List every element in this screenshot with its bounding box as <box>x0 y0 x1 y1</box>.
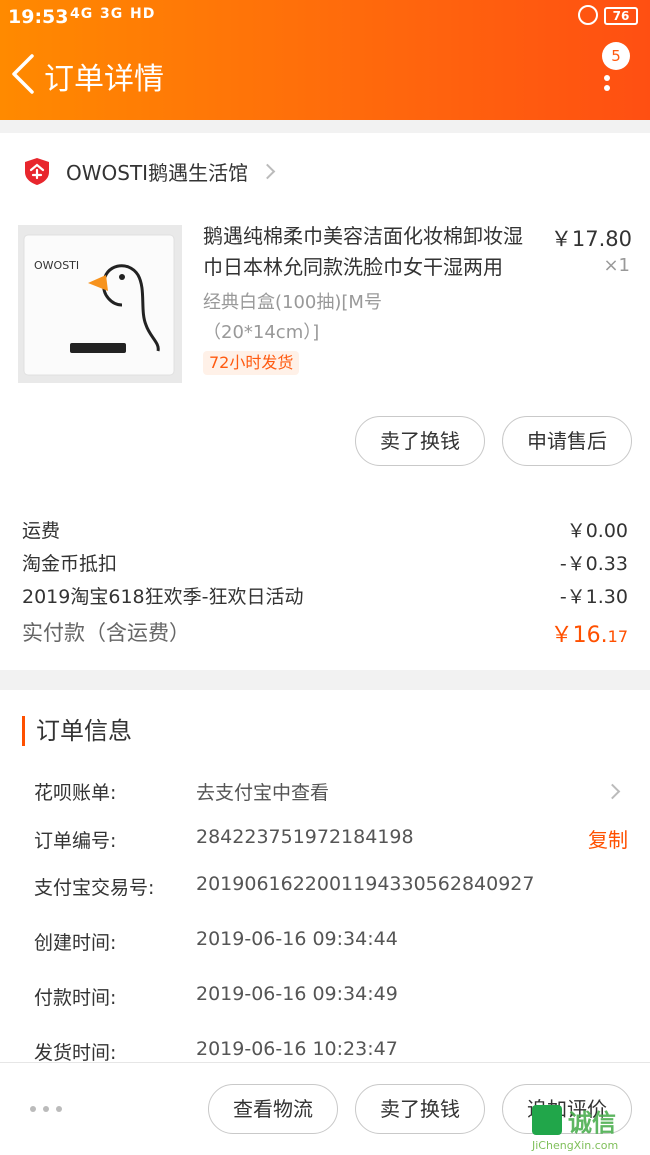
status-bar: 19:53 4G 3G HD 76 <box>0 0 650 36</box>
copy-button[interactable]: 复制 <box>588 824 628 853</box>
huabei-bill-row[interactable]: 花呗账单: 去支付宝中查看 <box>34 778 634 810</box>
ellipsis-button[interactable] <box>30 1101 62 1117</box>
create-time-row: 创建时间: 2019-06-16 09:34:44 <box>34 928 634 960</box>
watermark-url: JiChengXin.com <box>532 1139 619 1152</box>
goods-price: ￥17.80 <box>550 227 632 251</box>
info-label: 付款时间: <box>34 987 117 1009</box>
info-value: 2019061622001194330562840927 <box>196 873 535 895</box>
view-logistics-button[interactable]: 查看物流 <box>208 1084 338 1134</box>
info-label: 发货时间: <box>34 1042 117 1062</box>
total-value-cents: 17 <box>607 627 628 646</box>
info-label: 订单编号: <box>34 830 117 852</box>
total-value-main: ￥16. <box>550 623 608 648</box>
goods-thumbnail[interactable]: OWOSTI <box>18 225 182 383</box>
lock-icon <box>578 5 598 25</box>
shop-logo-icon <box>25 158 49 185</box>
hd-icon: HD <box>130 6 156 22</box>
sell-button[interactable]: 卖了换钱 <box>355 416 485 466</box>
fee-row-shipping: 运费 ￥0.00 <box>22 516 630 546</box>
watermark: 诚信 JiChengXin.com <box>530 1105 648 1155</box>
section-title: 订单信息 <box>22 716 132 746</box>
fee-row-coin-deduction: 淘金币抵扣 -￥0.33 <box>22 549 630 579</box>
signal-3g-icon: 3G <box>100 6 124 22</box>
info-label: 支付宝交易号: <box>34 877 155 899</box>
chevron-right-icon <box>259 163 276 179</box>
info-value: 2019-06-16 09:34:44 <box>196 928 398 950</box>
fee-value: -￥1.30 <box>559 586 628 608</box>
goods-sku: 经典白盒(100抽)[M号（20*14cm）] <box>203 292 382 343</box>
ship-time-row: 发货时间: 2019-06-16 10:23:47 <box>34 1038 634 1062</box>
alipay-trade-row: 支付宝交易号: 2019061622001194330562840927 <box>34 873 634 905</box>
back-arrow-icon <box>12 54 34 94</box>
message-badge[interactable]: 5 <box>602 42 630 70</box>
shop-name: OWOSTI鹅遇生活馆 <box>66 160 249 185</box>
watermark-text: 诚信 <box>568 1109 616 1137</box>
sell-button[interactable]: 卖了换钱 <box>355 1084 485 1134</box>
total-row: 实付款（含运费） ￥16.17 <box>22 617 630 651</box>
header: 19:53 4G 3G HD 76 订单详情 5 <box>0 0 650 120</box>
more-icon <box>600 75 614 91</box>
signal-4g-icon: 4G <box>70 6 94 22</box>
info-value: 去支付宝中查看 <box>196 782 330 804</box>
battery-icon: 76 <box>604 7 638 25</box>
total-value: ￥16.17 <box>551 617 628 649</box>
info-label: 花呗账单: <box>34 782 117 804</box>
shipping-tag: 72小时发货 <box>203 351 300 375</box>
goods-title[interactable]: 鹅遇纯棉柔巾美容洁面化妆棉卸妆湿巾日本林允同款洗脸巾女干湿两用 <box>203 221 538 283</box>
order-goods-card: OWOSTI鹅遇生活馆 OWOSTI 鹅遇纯棉柔巾美容洁面化妆棉卸妆湿巾日本林允… <box>0 133 650 670</box>
order-number-row: 订单编号: 284223751972184198 复制 <box>34 826 634 858</box>
total-label: 实付款（含运费） <box>22 621 190 645</box>
ellipsis-icon <box>30 1106 62 1112</box>
shop-link[interactable]: OWOSTI鹅遇生活馆 <box>22 155 276 187</box>
fee-label: 2019淘宝618狂欢季-狂欢日活动 <box>22 586 304 608</box>
fee-row-promotion: 2019淘宝618狂欢季-狂欢日活动 -￥1.30 <box>22 582 630 612</box>
after-sale-button[interactable]: 申请售后 <box>502 416 632 466</box>
page-title: 订单详情 <box>44 62 164 97</box>
goods-image: OWOSTI <box>18 225 182 383</box>
fee-label: 淘金币抵扣 <box>22 553 118 575</box>
info-value: 2019-06-16 10:23:47 <box>196 1038 398 1060</box>
fee-value: ￥0.00 <box>566 520 628 542</box>
order-info-card: 订单信息 花呗账单: 去支付宝中查看 订单编号: 284223751972184… <box>0 690 650 1062</box>
order-number: 284223751972184198 <box>196 826 414 848</box>
fee-value: -￥0.33 <box>559 553 628 575</box>
fee-label: 运费 <box>22 520 61 542</box>
goods-quantity: ×1 <box>603 255 630 276</box>
status-time: 19:53 <box>8 6 69 28</box>
chevron-right-icon <box>604 783 621 800</box>
thumb-brand-text: OWOSTI <box>34 259 79 272</box>
back-button[interactable] <box>6 52 42 96</box>
info-label: 创建时间: <box>34 932 117 954</box>
pay-time-row: 付款时间: 2019-06-16 09:34:49 <box>34 983 634 1015</box>
info-value: 2019-06-16 09:34:49 <box>196 983 398 1005</box>
more-button[interactable] <box>600 72 614 98</box>
watermark-logo-icon <box>532 1105 562 1135</box>
